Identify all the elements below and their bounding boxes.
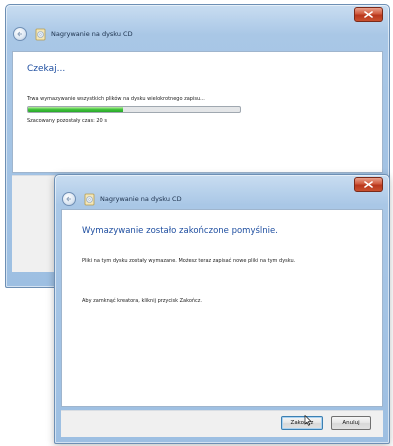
instruction-text: Aby zamknąć kreatora, kliknij przycisk Z… — [82, 298, 203, 304]
page-heading: Czekaj... — [27, 64, 66, 74]
wizard-window-complete: Nagrywanie na dysku CD Wymazywanie zosta… — [54, 174, 390, 444]
cancel-button-label: Anuluj — [342, 420, 360, 426]
cd-disc-icon — [84, 193, 95, 205]
page-heading: Wymazywanie zostało zakończone pomyślnie… — [82, 226, 278, 236]
back-arrow-icon — [66, 196, 71, 202]
wizard-footer: Zakończ Anuluj — [61, 410, 383, 437]
message-text: Pliki na tym dysku zostały wymazane. Moż… — [82, 258, 296, 264]
cancel-button[interactable]: Anuluj — [331, 416, 371, 430]
back-arrow-icon — [17, 31, 22, 37]
cd-disc-icon — [35, 28, 46, 40]
remaining-time: Szacowany pozostały czas: 20 s — [27, 118, 107, 124]
window-title: Nagrywanie na dysku CD — [100, 195, 182, 203]
progress-bar — [27, 106, 241, 113]
progress-fill — [28, 107, 124, 112]
back-button[interactable] — [62, 192, 76, 206]
mouse-pointer-icon — [304, 415, 312, 426]
title-bar: Nagrywanie na dysku CD — [6, 13, 389, 55]
finish-button[interactable]: Zakończ — [281, 416, 323, 430]
back-button[interactable] — [13, 27, 27, 41]
wizard-content: Wymazywanie zostało zakończone pomyślnie… — [61, 209, 383, 407]
wizard-content: Czekaj... Trwa wymazywanie wszystkich pl… — [12, 51, 383, 173]
status-text: Trwa wymazywanie wszystkich plików na dy… — [27, 96, 205, 102]
window-title: Nagrywanie na dysku CD — [51, 30, 133, 38]
